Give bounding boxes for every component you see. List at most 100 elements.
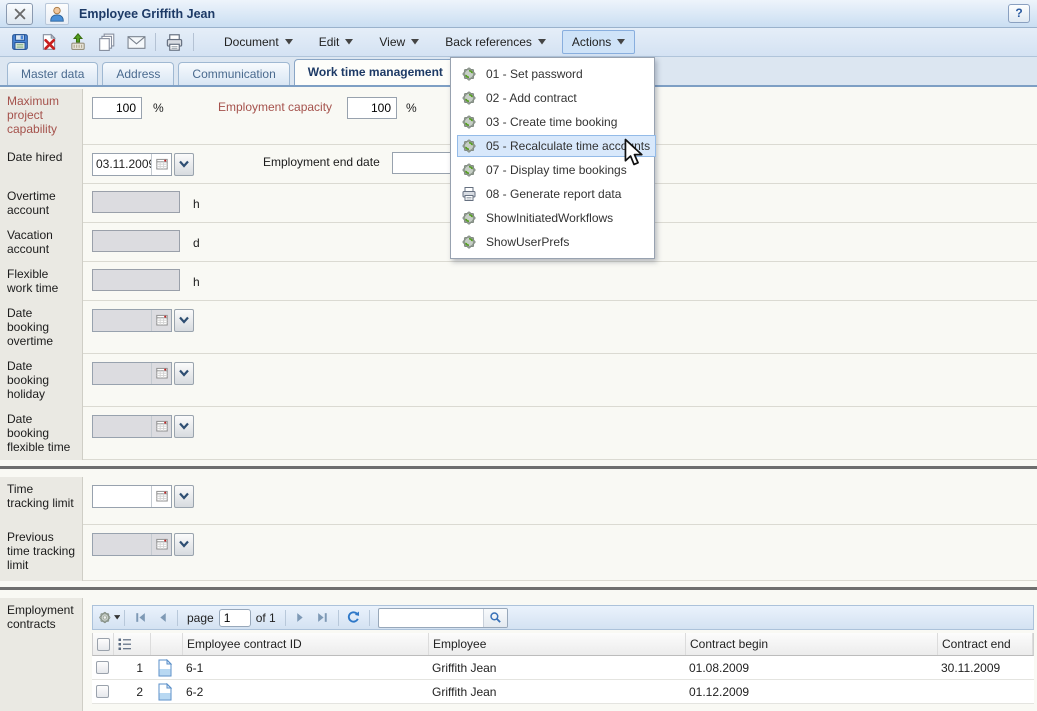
gear-icon <box>98 610 112 625</box>
menu-item-label: 01 - Set password <box>486 67 583 81</box>
help-button[interactable]: ? <box>1008 4 1030 23</box>
view-menu-label: View <box>379 35 405 49</box>
form-row-date-booking-holiday: Date booking holiday <box>0 354 1037 407</box>
copy-button[interactable] <box>95 31 119 54</box>
close-button[interactable] <box>6 3 33 25</box>
tab-communication[interactable]: Communication <box>178 62 289 85</box>
employment-capacity-input[interactable] <box>347 97 397 119</box>
gear-workflow-icon <box>461 66 477 82</box>
toolbar-separator <box>369 610 370 626</box>
edit-menu-label: Edit <box>319 35 340 49</box>
last-page-button[interactable] <box>312 608 334 628</box>
view-menu-button[interactable]: View <box>369 30 429 54</box>
gear-workflow-icon <box>461 114 477 130</box>
menu-item-create-time-booking[interactable]: 03 - Create time booking <box>451 110 654 134</box>
column-header-contract-begin[interactable]: Contract begin <box>686 633 938 655</box>
select-all-checkbox[interactable] <box>97 638 110 651</box>
calendar-button <box>151 363 171 384</box>
page-number-input[interactable] <box>219 609 251 627</box>
date-booking-overtime-picker <box>92 308 194 332</box>
max-project-capability-input[interactable] <box>92 97 142 119</box>
printer-icon <box>165 33 184 52</box>
contract-begin-cell: 01.12.2009 <box>685 685 937 699</box>
tab-work-time-management[interactable]: Work time management <box>294 59 457 85</box>
next-page-button[interactable] <box>290 608 312 628</box>
calendar-icon <box>156 367 168 379</box>
menu-item-show-initiated-workflows[interactable]: ShowInitiatedWorkflows <box>451 206 654 230</box>
menu-item-label: 08 - Generate report data <box>486 187 621 201</box>
document-menu-label: Document <box>224 35 279 49</box>
chevron-down-icon <box>114 615 120 620</box>
tab-master-data[interactable]: Master data <box>7 62 98 85</box>
employment-capacity-unit: % <box>406 97 417 119</box>
menu-item-label: ShowUserPrefs <box>486 235 569 249</box>
flexible-work-time-label: Flexible work time <box>0 262 83 301</box>
contracts-grid: page of 1 <box>92 605 1034 704</box>
window-title: Employee Griffith Jean <box>79 7 215 21</box>
delete-document-button[interactable] <box>37 31 61 54</box>
row-checkbox[interactable] <box>96 685 109 698</box>
column-header-employee[interactable]: Employee <box>429 633 686 655</box>
row-number-icon <box>118 637 132 651</box>
print-button[interactable] <box>162 31 186 54</box>
menu-item-add-contract[interactable]: 02 - Add contract <box>451 86 654 110</box>
check-in-button[interactable] <box>66 31 90 54</box>
toolbar-separator <box>193 33 194 51</box>
delete-document-icon <box>40 33 58 51</box>
mail-button[interactable] <box>124 31 148 54</box>
menu-item-generate-report-data[interactable]: 08 - Generate report data <box>451 182 654 206</box>
calendar-icon <box>156 490 168 502</box>
menu-bar: Document Edit View Back references Actio… <box>214 30 635 54</box>
form-row-employment-contracts: Employment contracts page <box>0 598 1037 711</box>
back-references-menu-button[interactable]: Back references <box>435 30 556 54</box>
employment-contracts-label: Employment contracts <box>0 598 83 711</box>
toolbar-separator <box>338 610 339 626</box>
date-dropdown-button[interactable] <box>174 153 194 176</box>
date-dropdown-button[interactable] <box>174 485 194 508</box>
previous-page-button[interactable] <box>151 608 173 628</box>
main-toolbar: Document Edit View Back references Actio… <box>0 28 1037 57</box>
chevron-down-icon <box>179 540 189 548</box>
column-header-contract-end[interactable]: Contract end <box>938 633 1033 655</box>
menu-item-show-user-prefs[interactable]: ShowUserPrefs <box>451 230 654 254</box>
calendar-button[interactable] <box>151 154 171 175</box>
employee-cell: Griffith Jean <box>428 685 685 699</box>
contract-row[interactable]: 1 6-1 Griffith Jean 01.08.2009 30.11.200… <box>92 656 1034 680</box>
gear-workflow-icon <box>461 210 477 226</box>
page-count-label: of 1 <box>256 611 276 625</box>
search-button[interactable] <box>483 609 507 627</box>
save-button[interactable] <box>8 31 32 54</box>
calendar-button[interactable] <box>151 486 171 507</box>
date-hired-input[interactable]: 03.11.2009 <box>93 157 151 171</box>
overtime-account-input <box>92 191 180 213</box>
toolbar-separator <box>177 610 178 626</box>
previous-page-icon <box>156 611 169 624</box>
form-row-previous-time-tracking-limit: Previous time tracking limit <box>0 525 1037 581</box>
row-checkbox[interactable] <box>96 661 109 674</box>
menu-item-set-password[interactable]: 01 - Set password <box>451 62 654 86</box>
calendar-icon <box>156 314 168 326</box>
contract-end-cell: 30.11.2009 <box>937 661 1034 675</box>
grid-actions-button[interactable] <box>98 608 120 628</box>
grid-search-input[interactable] <box>379 610 483 626</box>
column-header-contract-id[interactable]: Employee contract ID <box>183 633 429 655</box>
document-icon[interactable] <box>157 683 173 701</box>
toolbar-separator <box>124 610 125 626</box>
gear-workflow-icon <box>461 138 477 154</box>
vacation-account-label: Vacation account <box>0 223 83 262</box>
tab-address[interactable]: Address <box>102 62 174 85</box>
first-page-button[interactable] <box>129 608 151 628</box>
edit-menu-button[interactable]: Edit <box>309 30 364 54</box>
date-dropdown-button <box>174 415 194 438</box>
save-icon <box>11 33 29 51</box>
document-menu-button[interactable]: Document <box>214 30 303 54</box>
contract-row[interactable]: 2 6-2 Griffith Jean 01.12.2009 <box>92 680 1034 704</box>
date-dropdown-button <box>174 309 194 332</box>
document-icon[interactable] <box>157 659 173 677</box>
time-tracking-limit-picker <box>92 484 194 508</box>
date-booking-overtime-label: Date booking overtime <box>0 301 83 354</box>
row-number: 1 <box>113 661 150 675</box>
refresh-button[interactable] <box>343 608 365 628</box>
actions-menu-button[interactable]: Actions <box>562 30 635 54</box>
employee-cell: Griffith Jean <box>428 661 685 675</box>
